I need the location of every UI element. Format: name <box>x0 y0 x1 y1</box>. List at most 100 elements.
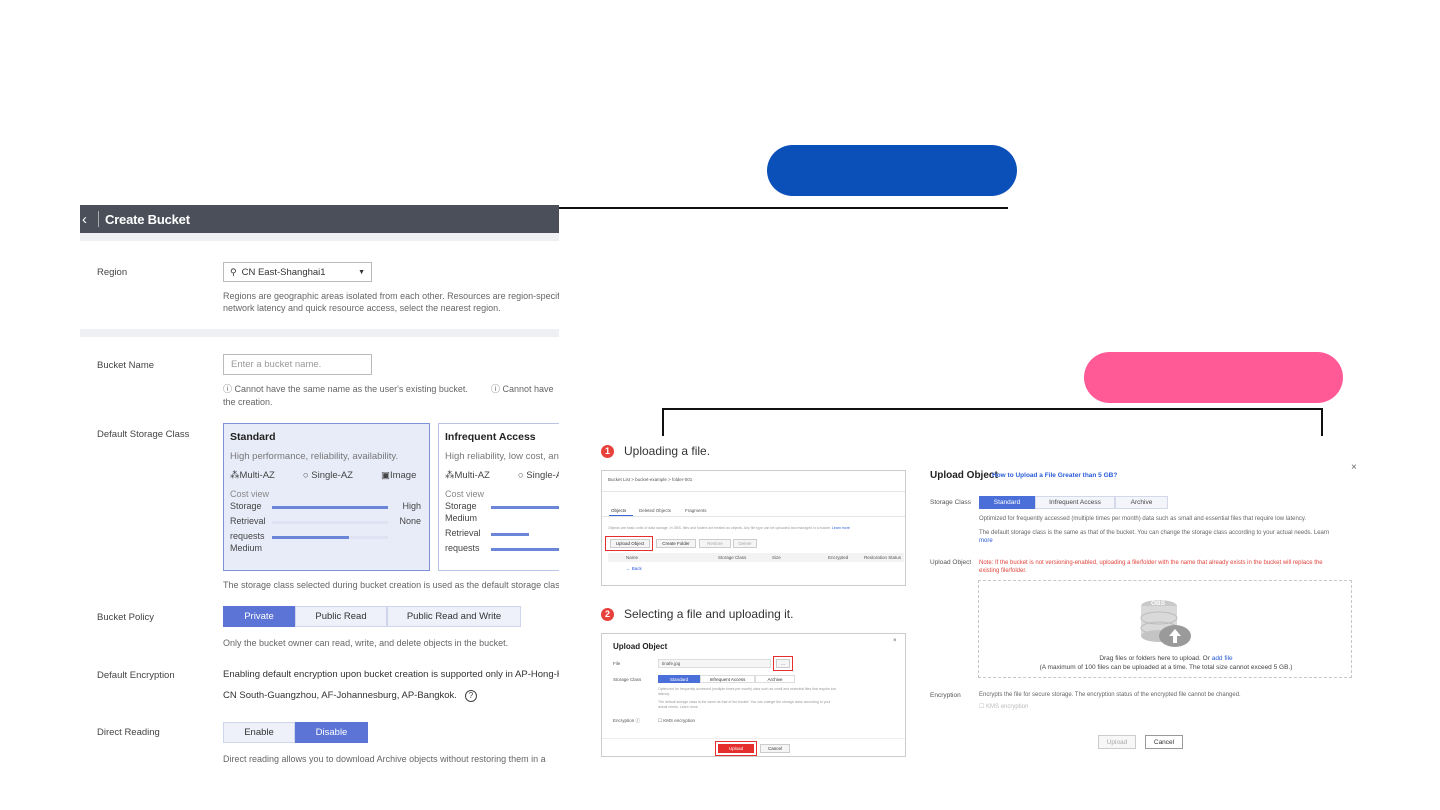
direct-reading-selector: Enable Disable <box>223 722 368 743</box>
close-icon[interactable]: × <box>893 638 897 644</box>
region-select[interactable]: ⚲ CN East-Shanghai1 ▼ <box>223 262 372 282</box>
upload-object-label: Upload Object <box>930 559 972 566</box>
storage-desc-2b: actual needs. Learn more <box>658 705 698 709</box>
bucket-name-hint-1: ⓘ Cannot have the same name as the user'… <box>223 384 468 394</box>
step-text: Selecting a file and uploading it. <box>624 607 794 621</box>
learn-more-link[interactable]: more <box>979 537 993 545</box>
storage-card-desc: High performance, reliability, availabil… <box>230 451 399 462</box>
cost-row-label: Storage <box>230 501 262 511</box>
direct-reading-hint: Direct reading allows you to download Ar… <box>223 754 546 764</box>
direct-reading-disable-button[interactable]: Disable <box>295 722 368 743</box>
object-info-text: Objects are basic units of data storage.… <box>608 526 850 530</box>
section-band <box>80 329 559 337</box>
file-field[interactable]: tinafe.jpg <box>658 659 771 668</box>
close-icon[interactable]: × <box>1351 462 1357 473</box>
storage-standard-option[interactable]: Standard <box>658 675 700 683</box>
upload-object-dialog: Upload Object How to Upload a File Great… <box>912 455 1367 765</box>
region-hint-1: Regions are geographic areas isolated fr… <box>223 291 559 301</box>
create-folder-button[interactable]: Create Folder <box>656 539 696 548</box>
direct-reading-enable-button[interactable]: Enable <box>223 722 295 743</box>
storage-archive-option[interactable]: Archive <box>1115 496 1168 509</box>
storage-class-selector: Standard Infrequent Access Archive <box>979 496 1168 509</box>
divider <box>602 738 905 739</box>
bucket-name-label: Bucket Name <box>97 360 155 371</box>
column-size[interactable]: Size <box>772 555 781 560</box>
table-header <box>608 553 904 562</box>
cost-bar <box>272 536 349 539</box>
file-drop-zone[interactable]: OBS Drag files or folders here to upload… <box>978 580 1352 678</box>
bucket-policy-label: Bucket Policy <box>97 612 155 623</box>
cost-row-label: Retrieval <box>445 528 481 538</box>
divider-line <box>559 207 1008 209</box>
column-storage-class[interactable]: Storage Class <box>718 555 746 560</box>
back-arrow-icon[interactable]: ‹ <box>82 211 96 228</box>
encryption-text-2: CN South-Guangzhou, AF-Johannesburg, AP-… <box>223 690 477 702</box>
versioning-note-1: Note: If the bucket is not versioning-en… <box>979 560 1323 566</box>
section-band <box>80 233 559 241</box>
column-name[interactable]: Name <box>626 555 638 560</box>
encryption-label: Encryption <box>930 692 961 699</box>
step-number: 1 <box>601 444 614 458</box>
single-az-option[interactable]: ○ Single-AZ <box>518 470 559 481</box>
single-az-option[interactable]: ○ Single-AZ <box>303 470 367 481</box>
storage-card-title: Infrequent Access <box>445 431 536 443</box>
tab-deleted-objects[interactable]: Deleted Objects <box>639 508 671 513</box>
region-hint-2: network latency and quick resource acces… <box>223 303 501 313</box>
policy-private-button[interactable]: Private <box>223 606 295 627</box>
storage-class-footnote: The storage class selected during bucket… <box>223 580 559 590</box>
obs-logo-text: OBS <box>1151 600 1166 607</box>
back-link[interactable]: ← Back <box>626 566 642 571</box>
large-file-help-link[interactable]: How to Upload a File Greater than 5 GB? <box>992 472 1117 479</box>
location-pin-icon: ⚲ <box>230 266 237 277</box>
storage-desc-2: The default storage class is the same as… <box>979 530 1330 536</box>
encryption-label: Encryption ⓘ <box>613 718 641 723</box>
cost-bar <box>491 533 529 536</box>
create-bucket-panel: ‹ Create Bucket Region ⚲ CN East-Shangha… <box>80 205 559 795</box>
bucket-name-input[interactable]: Enter a bucket name. <box>223 354 372 375</box>
add-file-link[interactable]: add file <box>1212 655 1233 662</box>
step-text: Uploading a file. <box>624 444 711 458</box>
cancel-button[interactable]: Cancel <box>1145 735 1183 749</box>
multi-az-option[interactable]: ⁂Multi-AZ <box>445 470 504 481</box>
create-bucket-header: ‹ Create Bucket <box>80 205 559 233</box>
cost-bar <box>491 548 559 551</box>
cost-bar <box>491 506 559 509</box>
storage-desc-2: The default storage class is the same as… <box>658 700 831 704</box>
policy-public-read-button[interactable]: Public Read <box>295 606 387 627</box>
kms-checkbox[interactable]: ☐ KMS encryption <box>979 703 1028 711</box>
storage-archive-option[interactable]: Archive <box>755 675 795 683</box>
bucket-policy-selector: Private Public Read Public Read and Writ… <box>223 606 521 627</box>
cancel-button[interactable]: Cancel <box>760 744 790 753</box>
tab-fragments[interactable]: Fragments <box>685 508 707 513</box>
object-list-screenshot: Bucket List > bucket-example > folder-00… <box>601 470 906 586</box>
kms-checkbox[interactable]: ☐ KMS encryption <box>658 718 695 724</box>
obs-upload-icon <box>1140 600 1191 647</box>
storage-desc-1: Optimized for frequently accessed (multi… <box>979 516 1307 522</box>
storage-infrequent-option[interactable]: Infrequent Access <box>1035 496 1115 509</box>
storage-infrequent-option[interactable]: Infrequent Access <box>700 675 755 683</box>
storage-standard-option[interactable]: Standard <box>979 496 1035 509</box>
help-icon[interactable]: ? <box>464 690 477 702</box>
upload-button[interactable]: Upload <box>1098 735 1136 749</box>
restore-button[interactable]: Restore <box>699 539 731 548</box>
title-banner-blue <box>767 145 1017 196</box>
storage-class-selector: Standard Infrequent Access Archive <box>658 675 795 683</box>
storage-class-label: Storage Class <box>613 677 642 682</box>
cost-bar <box>272 521 388 524</box>
encryption-text-1: Enabling default encryption upon bucket … <box>223 669 559 680</box>
storage-card-infrequent[interactable]: Infrequent Access High reliability, low … <box>438 423 559 571</box>
header-separator <box>98 211 99 227</box>
step-2: 2 Selecting a file and uploading it. <box>601 607 793 621</box>
tab-objects[interactable]: Objects <box>611 508 626 513</box>
storage-card-standard[interactable]: Standard High performance, reliability, … <box>223 423 430 571</box>
file-value: tinafe.jpg <box>662 661 681 666</box>
highlight-box <box>715 741 757 756</box>
policy-public-read-write-button[interactable]: Public Read and Write <box>387 606 521 627</box>
page-title: Create Bucket <box>105 211 190 227</box>
storage-desc-1: Optimized for frequently accessed (multi… <box>658 687 836 691</box>
image-option[interactable]: ▣Image <box>381 470 430 481</box>
direct-reading-label: Direct Reading <box>97 727 160 738</box>
multi-az-option[interactable]: ⁂Multi-AZ <box>230 470 289 481</box>
delete-button[interactable]: Delete <box>733 539 757 548</box>
cost-view-label: Cost view <box>230 489 270 499</box>
